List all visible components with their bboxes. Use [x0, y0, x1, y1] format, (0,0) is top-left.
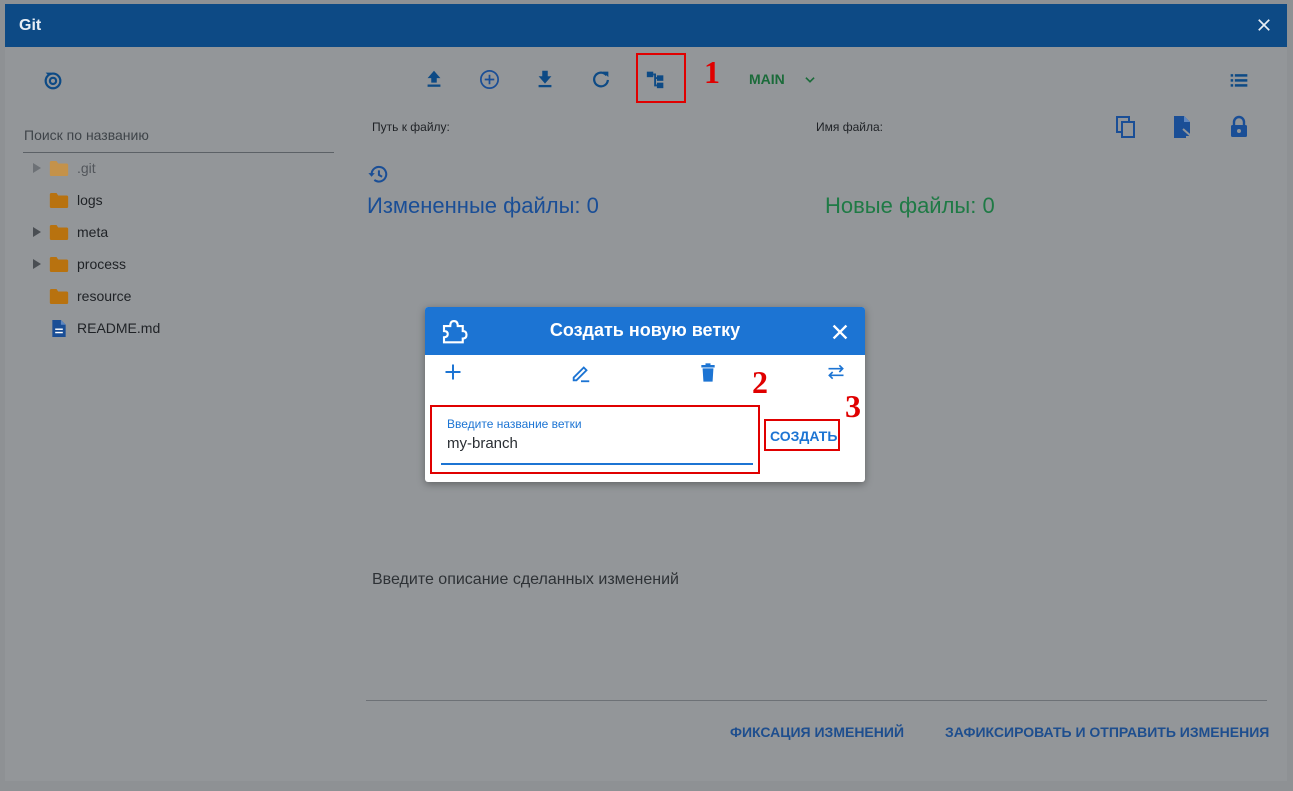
highlight-create-button: [764, 419, 840, 451]
tree-item-label: meta: [77, 224, 109, 240]
new-files-count: Новые файлы: 0: [825, 193, 995, 218]
expand-arrow-icon[interactable]: [32, 162, 42, 174]
search-input[interactable]: Поиск по названию: [23, 122, 334, 153]
branch-selector[interactable]: MAIN: [749, 71, 785, 87]
highlight-branch-input: [430, 405, 760, 474]
tree-item-label: resource: [77, 288, 132, 304]
changed-files-count: Измененные файлы: 0: [367, 193, 599, 218]
add-circle-icon[interactable]: [478, 68, 501, 91]
folder-icon: [49, 193, 69, 208]
description-underline: [366, 700, 1267, 701]
commit-button[interactable]: ФИКСАЦИЯ ИЗМЕНЕНИЙ: [730, 724, 904, 740]
title-bar: Git: [5, 4, 1287, 47]
tree-item-label: process: [77, 256, 127, 272]
folder-icon: [49, 225, 69, 240]
window-title: Git: [19, 17, 42, 34]
edit-icon[interactable]: [570, 362, 592, 384]
commit-description-input[interactable]: Введите описание сделанных изменений: [372, 571, 679, 589]
dialog-title: Создать новую ветку: [549, 320, 741, 340]
folder-icon: [49, 289, 69, 304]
expand-arrow-icon[interactable]: [32, 258, 42, 270]
upload-icon[interactable]: [423, 68, 445, 90]
swap-icon[interactable]: [825, 362, 847, 382]
dialog-header: Создать новую ветку: [425, 307, 865, 355]
tree-item-label: logs: [77, 192, 103, 208]
tree-item-label: README.md: [77, 320, 161, 336]
expand-arrow-icon[interactable]: [32, 226, 42, 238]
step-number-3: 3: [845, 388, 861, 424]
download-icon[interactable]: [534, 68, 556, 90]
chevron-down-icon[interactable]: [802, 73, 818, 87]
search-placeholder: Поиск по названию: [24, 127, 149, 143]
copy-icon[interactable]: [1115, 115, 1137, 139]
delete-icon[interactable]: [698, 362, 718, 383]
folder-icon: [49, 257, 69, 272]
lock-icon[interactable]: [1229, 115, 1249, 139]
history-icon[interactable]: [367, 163, 389, 185]
highlight-branch-button: [636, 53, 686, 103]
repository-icon[interactable]: [42, 69, 64, 91]
file-path-label: Путь к файлу:: [372, 120, 450, 134]
file-export-icon[interactable]: [1172, 115, 1194, 139]
file-icon: [52, 319, 66, 338]
dialog-close-icon[interactable]: [829, 321, 851, 343]
refresh-icon[interactable]: [590, 68, 612, 90]
file-name-label: Имя файла:: [816, 120, 883, 134]
step-number-1: 1: [704, 54, 720, 90]
add-icon[interactable]: [443, 362, 463, 382]
folder-icon: [49, 161, 69, 176]
commit-push-button[interactable]: ЗАФИКСИРОВАТЬ И ОТПРАВИТЬ ИЗМЕНЕНИЯ: [945, 724, 1269, 740]
step-number-2: 2: [752, 364, 768, 400]
close-icon[interactable]: [1255, 16, 1273, 34]
list-icon[interactable]: [1228, 70, 1250, 90]
tree-item-label: .git: [77, 160, 96, 176]
